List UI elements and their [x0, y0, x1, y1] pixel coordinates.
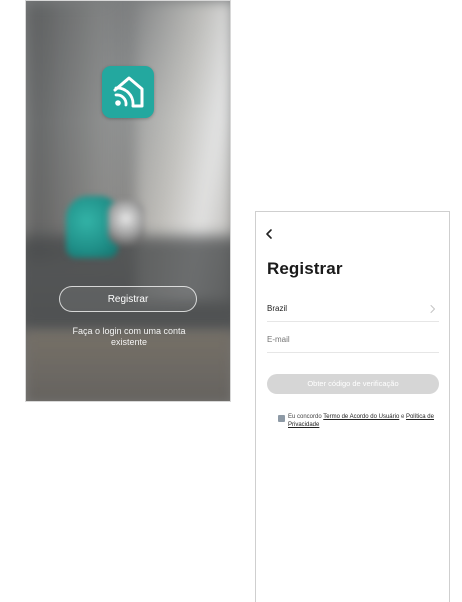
screens-canvas: Registrar Faça o login com uma conta exi… — [0, 0, 462, 602]
terms-link[interactable]: Termo de Acordo do Usuário — [323, 414, 399, 420]
country-value: Brazil — [267, 304, 288, 313]
chevron-left-icon — [266, 229, 272, 239]
background-camera — [108, 201, 144, 245]
email-field[interactable] — [267, 335, 437, 344]
app-logo — [102, 66, 154, 118]
agreement-prefix: Eu concordo — [288, 414, 324, 420]
page-title: Registrar — [267, 259, 343, 278]
email-field-wrapper — [267, 330, 439, 353]
agreement-conjunction: e — [399, 414, 406, 420]
login-link-line1: Faça o login com uma conta — [72, 326, 186, 336]
agreement-checkbox[interactable] — [278, 415, 285, 422]
get-verification-code-button[interactable]: Obter código de verificação — [267, 374, 439, 394]
login-link-line2: existente — [110, 337, 148, 347]
welcome-screen: Registrar Faça o login com uma conta exi… — [25, 0, 231, 402]
background-sofa — [26, 236, 230, 331]
country-selector[interactable]: Brazil — [267, 299, 439, 322]
back-button[interactable] — [263, 227, 277, 241]
home-wifi-icon — [113, 76, 144, 108]
chevron-right-icon — [430, 305, 435, 313]
agreement-text: Eu concordo Termo de Acordo do Usuário e… — [288, 413, 443, 429]
login-existing-account-link[interactable]: Faça o login com uma conta existente — [46, 326, 212, 348]
register-screen: Registrar Brazil Obter código de verific… — [255, 211, 450, 602]
register-button[interactable]: Registrar — [59, 286, 197, 312]
